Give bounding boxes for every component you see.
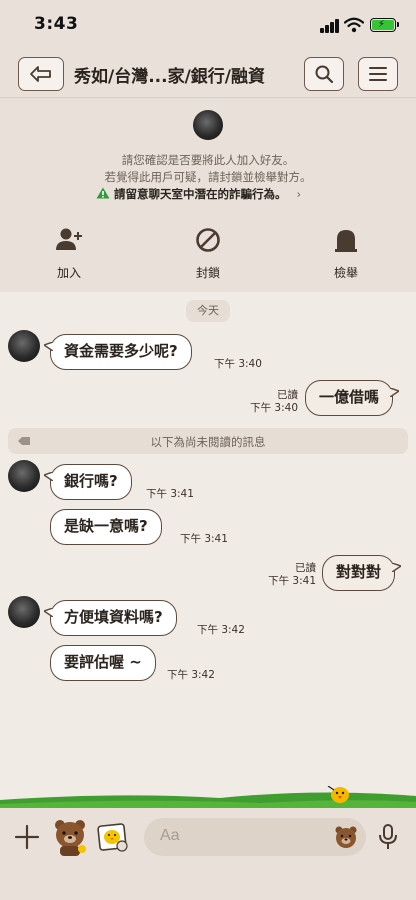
brown-bear-sticker-icon[interactable] — [52, 818, 88, 856]
message-input-placeholder: Aa — [160, 827, 180, 844]
sender-avatar[interactable] — [8, 330, 40, 362]
message-text: 方便填資料嗎? — [64, 608, 163, 626]
chat-area[interactable]: 今天 資金需要多少呢? 下午 3:40 已讀 下午 3:40 一億借嗎 以下為尚… — [0, 292, 416, 792]
message-text: 銀行嗎? — [64, 472, 118, 490]
bubble-tail — [44, 608, 53, 617]
sticker-picker-icon[interactable] — [96, 822, 130, 854]
report-button[interactable]: 檢舉 — [306, 226, 386, 281]
battery-icon: ⚡ — [370, 18, 399, 32]
message-time: 下午 3:41 — [180, 533, 228, 545]
date-separator: 今天 — [186, 300, 230, 322]
message-time: 下午 3:41 — [146, 488, 194, 500]
chat-title[interactable]: 秀如/台灣...家/銀行/融資 — [74, 62, 294, 87]
message-bubble-incoming[interactable]: 方便填資料嗎? — [44, 600, 177, 636]
search-icon — [315, 65, 334, 84]
bubble-tail — [44, 342, 53, 351]
scam-warning-link[interactable]: 請留意聊天室中潛在的詐騙行為。 › — [96, 186, 301, 202]
message-time: 下午 3:42 — [197, 624, 245, 636]
chevron-right-icon: › — [296, 187, 302, 201]
message-bubble-outgoing[interactable]: 一億借嗎 — [305, 380, 400, 416]
stranger-notice-panel: 請您確認是否要將此人加入好友。 若覺得此用戶可疑，請封鎖並檢舉對方。 請留意聊天… — [0, 98, 416, 292]
warning-icon — [96, 187, 110, 199]
message-bubble-incoming[interactable]: 要評估喔 ~ — [50, 645, 156, 681]
message-time: 下午 3:42 — [167, 669, 215, 681]
search-button[interactable] — [304, 57, 344, 91]
add-friend-icon — [56, 228, 82, 250]
message-input-bar: Aa — [0, 808, 416, 900]
microphone-icon[interactable] — [378, 824, 398, 850]
scam-warning-text: 請留意聊天室中潛在的詐騙行為。 — [114, 187, 287, 201]
block-button[interactable]: 封鎖 — [168, 226, 248, 281]
contact-avatar[interactable] — [193, 110, 223, 140]
report-icon — [335, 230, 357, 252]
status-time: 3:43 — [34, 14, 79, 34]
block-label: 封鎖 — [195, 266, 220, 280]
status-bar: 3:43 ⚡ — [0, 0, 416, 48]
message-bubble-incoming[interactable]: 是缺一意嗎? — [50, 509, 162, 545]
read-receipt: 已讀 — [295, 562, 316, 574]
report-label: 檢舉 — [333, 266, 358, 280]
hamburger-menu-icon — [369, 67, 387, 81]
message-bubble-incoming[interactable]: 資金需要多少呢? — [44, 334, 192, 370]
unread-divider: 以下為尚未閱讀的訊息 — [8, 428, 408, 454]
message-text: 資金需要多少呢? — [64, 342, 178, 360]
message-bubble-outgoing[interactable]: 對對對 — [322, 555, 402, 591]
message-time: 下午 3:40 — [250, 402, 298, 414]
plus-icon[interactable] — [14, 824, 40, 850]
notice-line-1: 請您確認是否要將此人加入好友。 — [121, 153, 295, 167]
signal-icon — [320, 19, 340, 33]
notice-line-2: 若覺得此用戶可疑，請封鎖並檢舉對方。 — [104, 170, 312, 184]
emoji-bear-icon[interactable] — [334, 825, 358, 849]
menu-button[interactable] — [358, 57, 398, 91]
sender-avatar[interactable] — [8, 460, 40, 492]
message-text: 是缺一意嗎? — [64, 517, 148, 535]
wifi-icon — [344, 17, 364, 33]
back-arrow-icon — [30, 66, 51, 82]
block-icon — [196, 228, 220, 252]
bubble-tail — [44, 472, 53, 481]
message-text: 一億借嗎 — [319, 388, 380, 406]
message-input[interactable]: Aa — [144, 818, 366, 856]
bubble-tail — [390, 388, 400, 397]
message-text: 對對對 — [336, 563, 382, 581]
message-time: 下午 3:40 — [214, 358, 262, 370]
message-text: 要評估喔 ~ — [64, 653, 142, 671]
sender-avatar[interactable] — [8, 596, 40, 628]
chat-header: 秀如/台灣...家/銀行/融資 — [0, 48, 416, 98]
message-time: 下午 3:41 — [268, 575, 316, 587]
add-friend-button[interactable]: 加入 — [29, 226, 109, 281]
unread-divider-text: 以下為尚未閱讀的訊息 — [150, 435, 266, 449]
add-friend-label: 加入 — [56, 266, 81, 280]
bubble-tail — [392, 563, 402, 572]
back-button[interactable] — [18, 57, 64, 91]
read-receipt: 已讀 — [277, 389, 298, 401]
message-bubble-incoming[interactable]: 銀行嗎? — [44, 464, 132, 500]
